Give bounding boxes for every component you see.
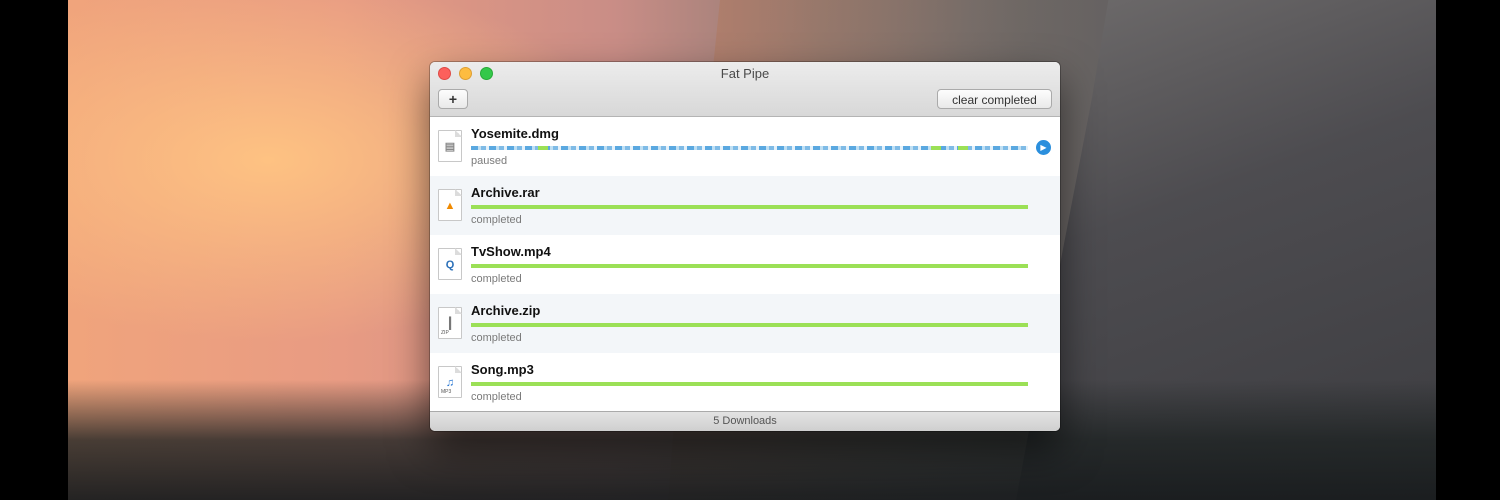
file-name: TvShow.mp4 xyxy=(471,244,551,259)
window-title: Fat Pipe xyxy=(720,66,770,81)
title-bar[interactable]: Fat Pipe + clear completed xyxy=(430,62,1060,117)
file-icon-glyph: Q xyxy=(445,259,455,271)
file-icon-glyph: ▤ xyxy=(444,141,456,153)
file-icon-glyph: ♫ xyxy=(445,377,455,389)
download-status: completed xyxy=(471,273,522,285)
download-row[interactable]: ▤ Yosemite.dmg paused ▶ xyxy=(430,117,1060,176)
download-row[interactable]: ▲ Archive.rar completed xyxy=(430,176,1060,235)
progress-bar xyxy=(471,382,1028,386)
download-row[interactable]: Q TvShow.mp4 completed xyxy=(430,235,1060,294)
downloads-count-footer: 5 Downloads xyxy=(430,411,1060,431)
file-name: Archive.rar xyxy=(471,185,540,200)
file-type-tag: ZIP xyxy=(441,330,449,336)
progress-bar xyxy=(471,323,1028,327)
download-status: completed xyxy=(471,391,522,403)
zip-archive-icon: ┃ ZIP xyxy=(438,307,462,339)
file-type-tag: MP3 xyxy=(441,389,452,395)
resume-play-icon[interactable]: ▶ xyxy=(1036,140,1051,155)
progress-bar xyxy=(471,146,1028,150)
file-name: Archive.zip xyxy=(471,303,541,318)
download-row[interactable]: ┃ ZIP Archive.zip completed xyxy=(430,294,1060,353)
fat-pipe-window: Fat Pipe + clear completed ▤ Yosemite.dm… xyxy=(430,62,1060,431)
progress-bar xyxy=(471,205,1028,209)
file-name: Song.mp3 xyxy=(471,362,534,377)
wallpaper-cliff xyxy=(1016,0,1436,500)
file-icon-glyph: ┃ xyxy=(446,318,454,330)
clear-completed-button[interactable]: clear completed xyxy=(937,89,1052,109)
download-status: completed xyxy=(471,214,522,226)
download-status: completed xyxy=(471,332,522,344)
download-status: paused xyxy=(471,155,508,167)
file-icon-glyph: ▲ xyxy=(444,200,456,212)
progress-bar xyxy=(471,264,1028,268)
vlc-cone-icon: ▲ xyxy=(438,189,462,221)
music-file-icon: ♫ MP3 xyxy=(438,366,462,398)
add-download-button[interactable]: + xyxy=(438,89,468,109)
file-name: Yosemite.dmg xyxy=(471,126,559,141)
download-list: ▤ Yosemite.dmg paused ▶ ▲ Archive.rar co… xyxy=(430,117,1060,412)
download-row[interactable]: ♫ MP3 Song.mp3 completed xyxy=(430,353,1060,412)
quicktime-icon: Q xyxy=(438,248,462,280)
disk-image-icon: ▤ xyxy=(438,130,462,162)
